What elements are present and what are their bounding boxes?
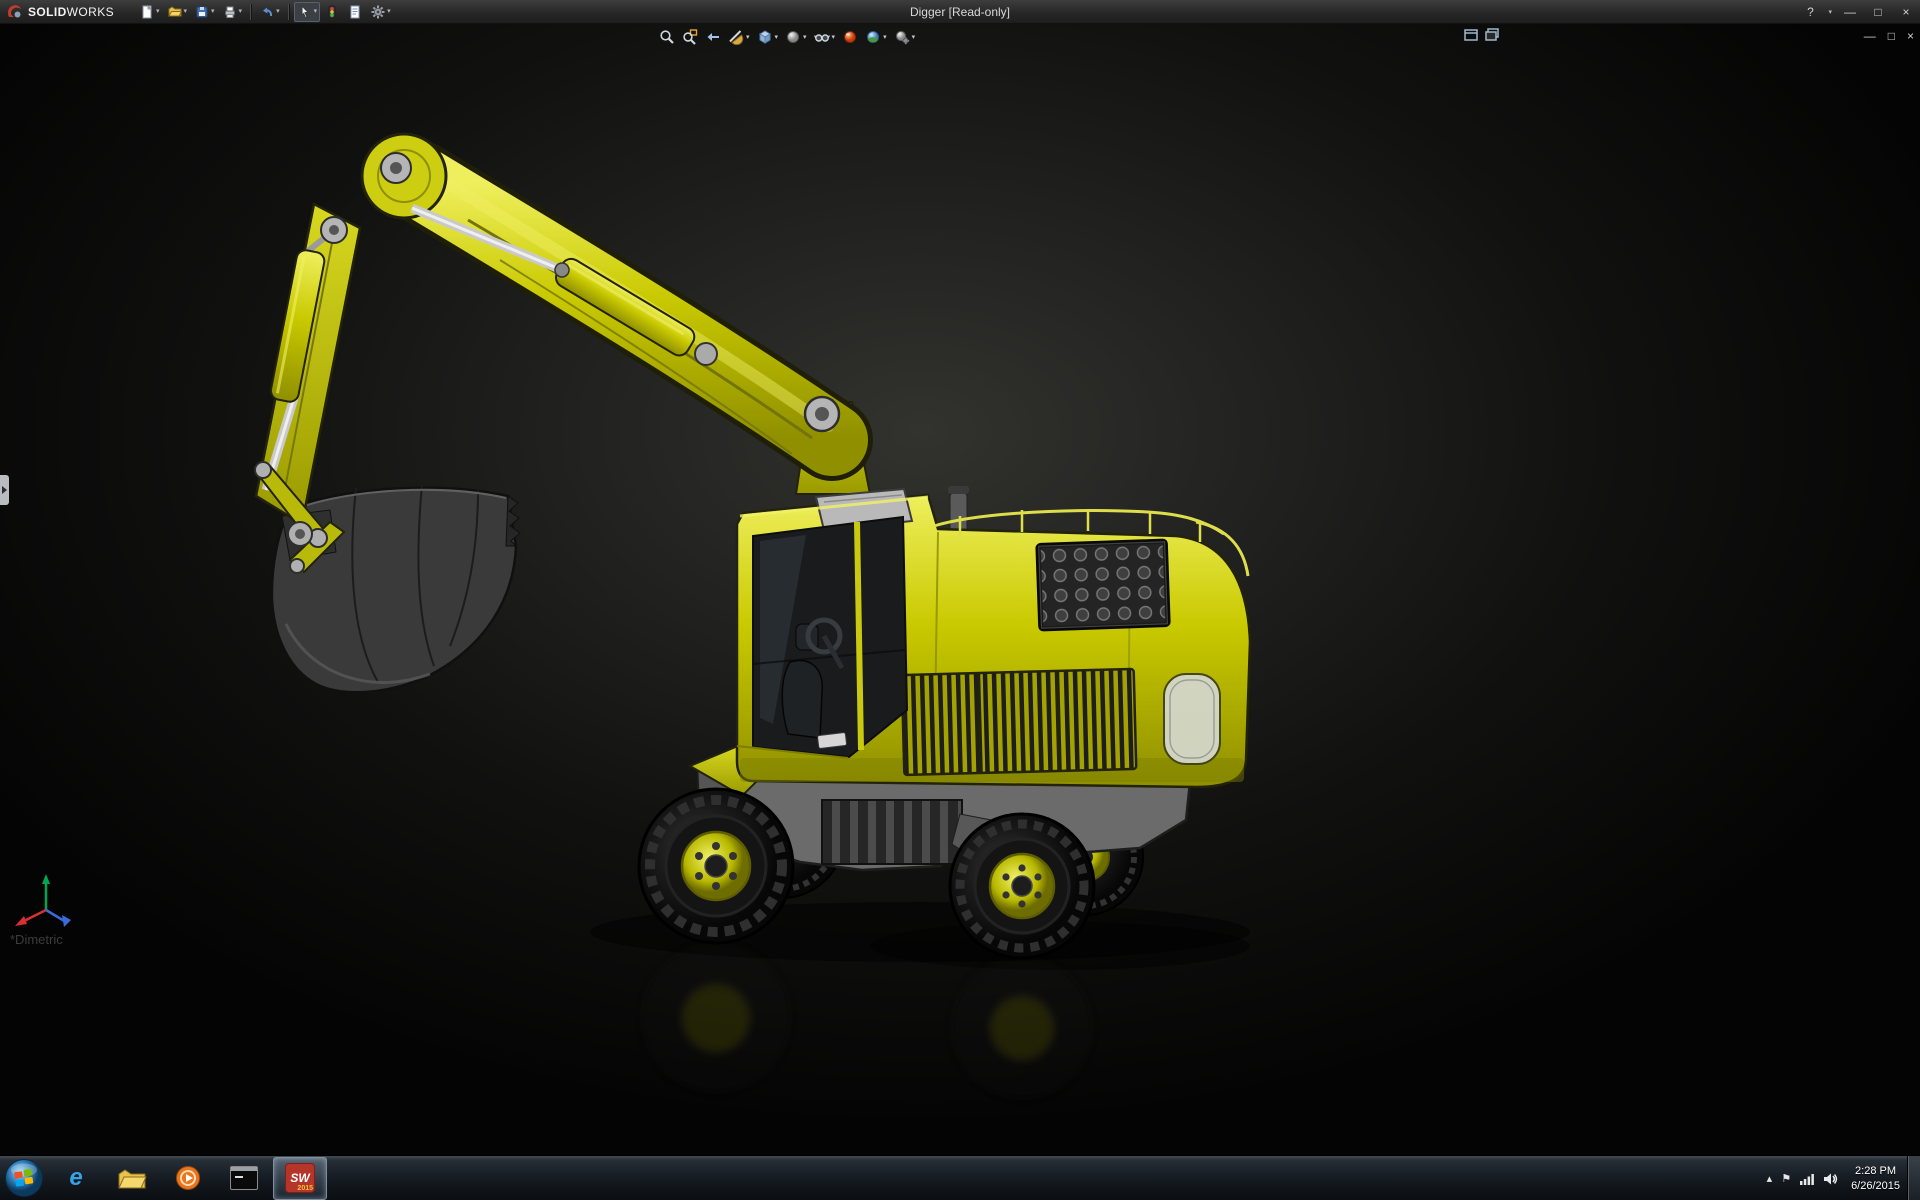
taskbar: e SW 2015 ▴ ⚑ — [0, 1155, 1920, 1200]
excavator-body[interactable] — [737, 486, 1250, 787]
print-button[interactable]: ▾ — [219, 2, 246, 22]
excavator-wheel-front-outer[interactable] — [639, 789, 793, 943]
view-orientation-label: *Dimetric — [10, 932, 63, 947]
command-prompt-icon — [230, 1166, 258, 1190]
help-caret-icon[interactable]: ▾ — [1828, 9, 1832, 16]
excavator-boom[interactable] — [321, 134, 870, 494]
exhaust-cap — [948, 486, 969, 494]
seat — [782, 661, 822, 738]
clock-date: 6/26/2015 — [1851, 1179, 1900, 1194]
taskbar-item-solidworks[interactable]: SW 2015 — [273, 1157, 327, 1200]
system-tray: ▴ ⚑ 2:28 PM 6/26/2015 — [1767, 1156, 1904, 1200]
hidden-icons-button[interactable]: ▴ — [1767, 1172, 1773, 1185]
select-cursor-icon — [297, 4, 313, 20]
internet-explorer-icon: e — [69, 1164, 82, 1192]
show-desktop-button[interactable] — [1907, 1156, 1920, 1200]
exhaust-stack[interactable] — [950, 492, 967, 534]
rear-window-panel[interactable] — [1164, 674, 1220, 764]
folder-icon — [117, 1166, 147, 1190]
save-icon — [194, 4, 210, 20]
window-controls: ? ▾ — □ × — [1800, 0, 1916, 24]
app-brand: SOLIDWORKS — [0, 4, 124, 20]
dropdown-caret-icon[interactable]: ▾ — [156, 8, 160, 15]
brand-text: SOLIDWORKS — [28, 5, 114, 19]
undo-button[interactable]: ▾ — [256, 2, 283, 22]
windows-orb-icon — [4, 1158, 44, 1198]
minimize-button[interactable]: — — [1840, 5, 1860, 19]
start-button[interactable] — [0, 1156, 48, 1200]
toolbar-separator — [288, 4, 289, 20]
reference-triad — [10, 870, 80, 930]
dropdown-caret-icon[interactable]: ▾ — [314, 8, 318, 15]
file-properties-icon — [347, 4, 363, 20]
cab-glass[interactable] — [753, 517, 907, 757]
close-button[interactable]: × — [1896, 5, 1916, 19]
brand-part2: WORKS — [67, 5, 114, 19]
gear-icon — [370, 4, 386, 20]
excavator-wheel-rear-outer[interactable] — [950, 814, 1094, 958]
help-button[interactable]: ? — [1800, 5, 1820, 19]
solidworks-icon-year: 2015 — [297, 1185, 313, 1192]
rebuild-button[interactable] — [321, 2, 343, 22]
taskbar-item-media-player[interactable] — [161, 1157, 215, 1200]
save-button[interactable]: ▾ — [191, 2, 218, 22]
cab-work-light[interactable] — [817, 732, 846, 748]
expand-arrow-icon — [2, 486, 7, 494]
print-icon — [222, 4, 238, 20]
brand-part1: SOLID — [28, 5, 67, 19]
open-button[interactable]: ▾ — [164, 2, 191, 22]
dropdown-caret-icon[interactable]: ▾ — [211, 8, 215, 15]
file-properties-button[interactable] — [344, 2, 366, 22]
titlebar: SOLIDWORKS ▾ ▾ ▾ ▾ ▾ — [0, 0, 1920, 24]
task-pane-tab[interactable] — [0, 475, 9, 505]
maximize-button[interactable]: □ — [1868, 5, 1888, 19]
undo-icon — [259, 4, 275, 20]
new-document-icon — [139, 4, 155, 20]
new-document-button[interactable]: ▾ — [136, 2, 163, 22]
wheel-reflections — [642, 944, 1092, 1098]
action-center-flag-icon[interactable]: ⚑ — [1781, 1172, 1791, 1185]
select-button[interactable]: ▾ — [294, 2, 321, 22]
dropdown-caret-icon[interactable]: ▾ — [276, 8, 280, 15]
excavator-model[interactable] — [0, 24, 1920, 1155]
solidworks-icon-text: SW — [290, 1171, 309, 1185]
taskbar-item-command-prompt[interactable] — [217, 1157, 271, 1200]
taskbar-clock[interactable]: 2:28 PM 6/26/2015 — [1847, 1164, 1904, 1194]
solidworks-icon: SW 2015 — [285, 1163, 315, 1193]
taskbar-item-file-explorer[interactable] — [105, 1157, 159, 1200]
options-button[interactable]: ▾ — [367, 2, 394, 22]
cab-pillar — [857, 522, 861, 750]
dropdown-caret-icon[interactable]: ▾ — [387, 8, 391, 15]
rebuild-traffic-light-icon — [324, 4, 340, 20]
radiator-grid[interactable] — [1037, 540, 1170, 630]
graphics-area[interactable]: ▾ ▾ ▾ ▾ ▾ ▾ — [0, 24, 1920, 1155]
taskbar-item-internet-explorer[interactable]: e — [49, 1157, 103, 1200]
screen: SOLIDWORKS ▾ ▾ ▾ ▾ ▾ — [0, 0, 1920, 1200]
clock-time: 2:28 PM — [1851, 1164, 1900, 1179]
open-folder-icon — [167, 4, 183, 20]
titlebar-toolbar: ▾ ▾ ▾ ▾ ▾ ▾ — [136, 2, 394, 22]
engine-grille[interactable] — [902, 669, 1137, 775]
dropdown-caret-icon[interactable]: ▾ — [239, 8, 243, 15]
volume-icon[interactable] — [1823, 1172, 1838, 1186]
dropdown-caret-icon[interactable]: ▾ — [184, 8, 188, 15]
dassault-logo-icon — [6, 4, 23, 20]
toolbar-separator — [250, 4, 251, 20]
network-icon[interactable] — [1800, 1173, 1814, 1185]
media-player-icon — [175, 1165, 201, 1191]
